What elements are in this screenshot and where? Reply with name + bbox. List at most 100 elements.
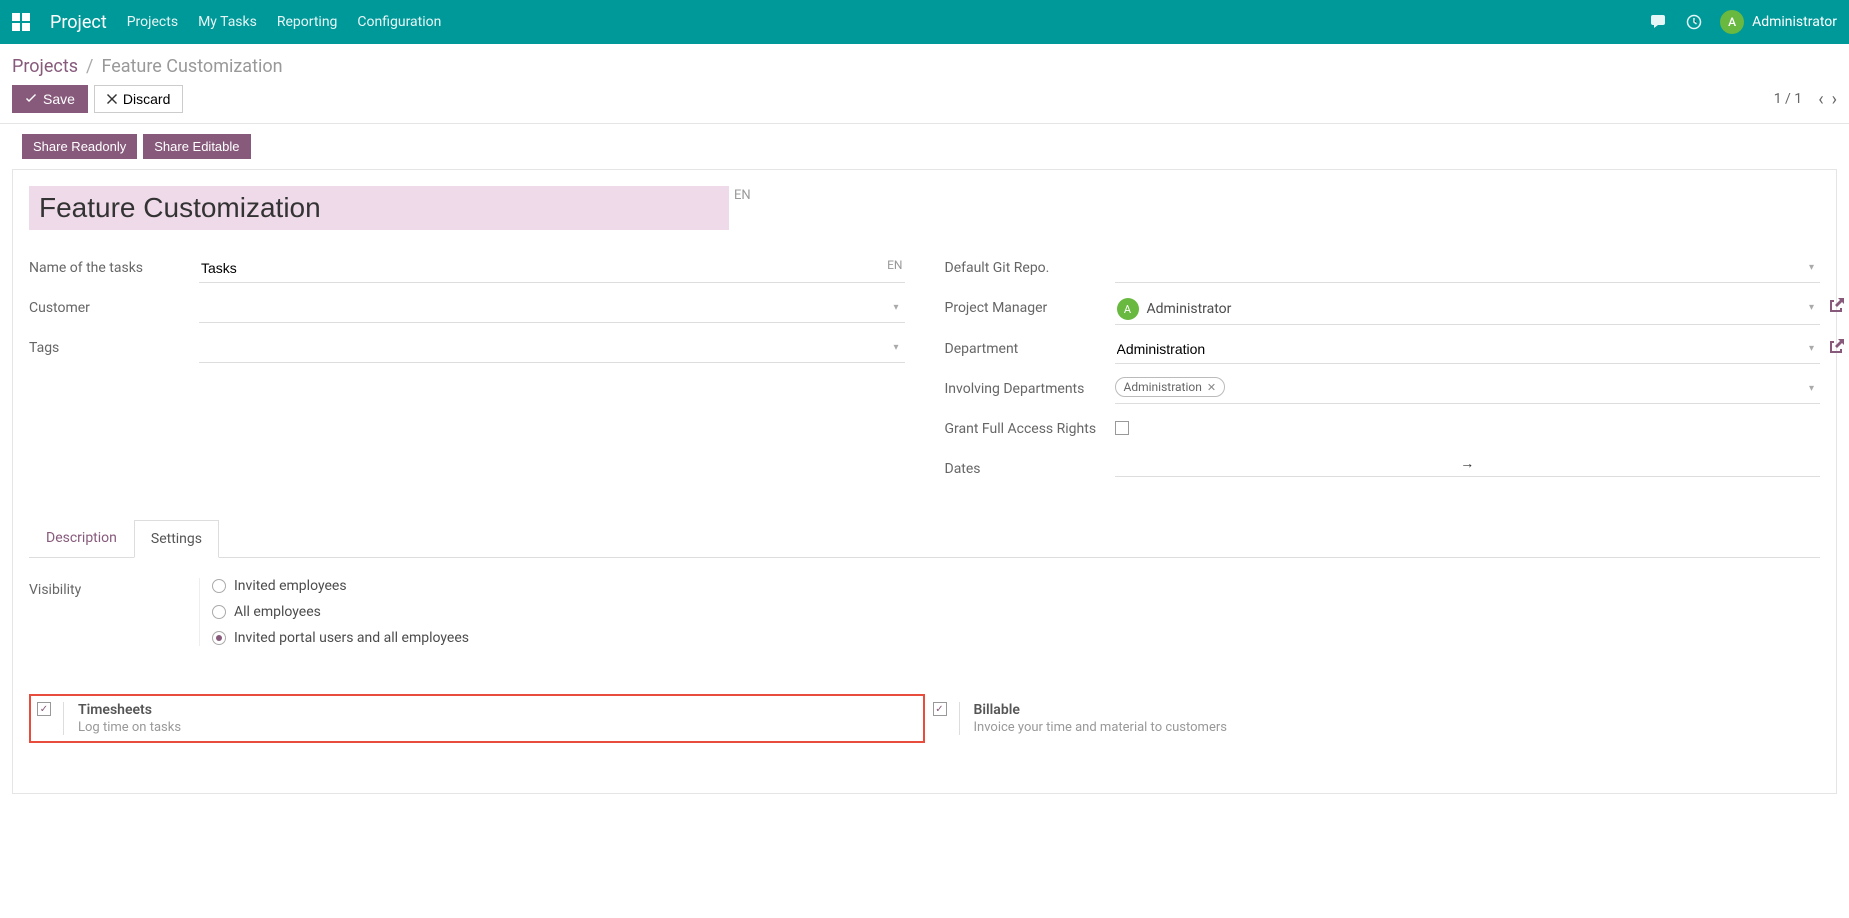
involving-dept-dropdown-icon[interactable]: ▾ [1809, 383, 1814, 394]
radio-circle-invited [212, 579, 226, 593]
breadcrumb-current: Feature Customization [101, 56, 282, 77]
input-default-git[interactable] [1115, 254, 1821, 283]
label-dates: Dates [945, 455, 1115, 477]
nav-projects[interactable]: Projects [127, 14, 178, 30]
radio-all-employees[interactable]: All employees [212, 604, 469, 620]
title-lang-badge[interactable]: EN [734, 188, 751, 203]
form-columns: Name of the tasks EN Customer ▾ Tags ▾ [29, 254, 1820, 495]
radio-circle-all [212, 605, 226, 619]
radio-circle-portal [212, 631, 226, 645]
feature-timesheets: Timesheets Log time on tasks [29, 694, 925, 743]
nav-reporting[interactable]: Reporting [277, 14, 338, 30]
label-involving-departments: Involving Departments [945, 375, 1115, 397]
breadcrumb-sep: / [86, 56, 93, 77]
department-external-link-icon[interactable] [1830, 339, 1844, 353]
pager-prev[interactable]: ‹ [1818, 89, 1823, 110]
nav-my-tasks[interactable]: My Tasks [198, 14, 257, 30]
tab-settings[interactable]: Settings [134, 520, 219, 558]
user-menu[interactable]: A Administrator [1720, 10, 1837, 34]
pager-buttons: ‹ › [1818, 89, 1837, 110]
feature-left: Timesheets Log time on tasks [29, 694, 925, 743]
timesheets-desc: Log time on tasks [78, 720, 181, 735]
field-tags: Tags ▾ [29, 334, 905, 364]
field-project-manager: Project Manager A Administrator ▾ [945, 294, 1821, 325]
topbar-left: Project Projects My Tasks Reporting Conf… [12, 12, 441, 33]
label-tags: Tags [29, 334, 199, 356]
visibility-row: Visibility Invited employees All employe… [29, 578, 1820, 646]
label-customer: Customer [29, 294, 199, 316]
label-department: Department [945, 335, 1115, 357]
input-department[interactable] [1115, 335, 1821, 364]
department-dropdown-icon[interactable]: ▾ [1809, 343, 1814, 354]
discard-button[interactable]: Discard [94, 85, 183, 113]
radio-invited-employees[interactable]: Invited employees [212, 578, 469, 594]
topbar: Project Projects My Tasks Reporting Conf… [0, 0, 1849, 44]
project-manager-dropdown-icon[interactable]: ▾ [1809, 302, 1814, 313]
form-sheet: EN Name of the tasks EN Customer ▾ Tags [12, 169, 1837, 794]
involving-dept-tag[interactable]: Administration [1115, 377, 1226, 397]
feature-right: Billable Invoice your time and material … [925, 694, 1235, 743]
timesheets-text: Timesheets Log time on tasks [63, 702, 181, 735]
tab-description[interactable]: Description [29, 519, 134, 557]
project-manager-external-link-icon[interactable] [1830, 298, 1844, 312]
tags-dropdown-icon[interactable]: ▾ [893, 342, 898, 353]
project-manager-value[interactable]: A Administrator [1115, 294, 1821, 325]
label-grant-full-access: Grant Full Access Rights [945, 415, 1115, 437]
field-default-git: Default Git Repo. ▾ [945, 254, 1821, 284]
input-tags[interactable] [199, 334, 905, 363]
radio-label-portal: Invited portal users and all employees [234, 630, 469, 646]
input-customer[interactable] [199, 294, 905, 323]
project-manager-name: Administrator [1147, 301, 1232, 317]
share-readonly-button[interactable]: Share Readonly [22, 134, 137, 159]
project-manager-avatar: A [1117, 298, 1139, 320]
settings-body: Visibility Invited employees All employe… [29, 558, 1820, 763]
action-bar: Save Discard 1 / 1 ‹ › [0, 85, 1849, 124]
involving-dept-tag-remove-icon[interactable] [1207, 381, 1216, 394]
clock-icon[interactable] [1686, 14, 1702, 30]
label-default-git: Default Git Repo. [945, 254, 1115, 276]
radio-portal-all[interactable]: Invited portal users and all employees [212, 630, 469, 646]
billable-desc: Invoice your time and material to custom… [974, 720, 1227, 735]
label-project-manager: Project Manager [945, 294, 1115, 316]
involving-dept-tag-label: Administration [1124, 380, 1202, 394]
tabs: Description Settings [29, 519, 1820, 558]
title-container: EN [29, 186, 1820, 230]
avatar: A [1720, 10, 1744, 34]
radio-label-all: All employees [234, 604, 321, 620]
customer-dropdown-icon[interactable]: ▾ [893, 302, 898, 313]
topbar-right: A Administrator [1650, 10, 1837, 34]
input-date-start[interactable] [1115, 456, 1449, 471]
arrow-right-icon: → [1460, 455, 1474, 472]
billable-text: Billable Invoice your time and material … [959, 702, 1227, 735]
billable-title: Billable [974, 702, 1227, 718]
pager-text: 1 / 1 [1774, 91, 1802, 107]
form-col-right: Default Git Repo. ▾ Project Manager A Ad… [945, 254, 1821, 495]
share-row: Share Readonly Share Editable [0, 124, 1849, 169]
action-right: 1 / 1 ‹ › [1774, 89, 1837, 110]
title-input[interactable] [29, 186, 729, 230]
feature-billable: Billable Invoice your time and material … [925, 694, 1235, 743]
field-dates: Dates → [945, 455, 1821, 485]
radio-label-invited: Invited employees [234, 578, 347, 594]
input-name-of-tasks[interactable] [199, 254, 905, 283]
field-customer: Customer ▾ [29, 294, 905, 324]
nav-configuration[interactable]: Configuration [357, 14, 441, 30]
checkbox-timesheets[interactable] [37, 702, 51, 716]
save-button[interactable]: Save [12, 85, 88, 113]
form-col-left: Name of the tasks EN Customer ▾ Tags ▾ [29, 254, 905, 495]
feature-row: Timesheets Log time on tasks Billable In… [29, 694, 1820, 743]
breadcrumb: Projects / Feature Customization [0, 44, 1849, 85]
pager-next[interactable]: › [1832, 89, 1837, 110]
label-visibility: Visibility [29, 578, 199, 598]
chat-icon[interactable] [1650, 14, 1668, 30]
checkbox-grant-full-access[interactable] [1115, 421, 1129, 435]
apps-icon[interactable] [12, 13, 30, 31]
breadcrumb-root[interactable]: Projects [12, 56, 78, 77]
name-of-tasks-lang[interactable]: EN [887, 258, 902, 272]
share-editable-button[interactable]: Share Editable [143, 134, 250, 159]
default-git-dropdown-icon[interactable]: ▾ [1809, 262, 1814, 273]
input-date-end[interactable] [1486, 456, 1820, 471]
checkbox-billable[interactable] [933, 702, 947, 716]
field-grant-full-access: Grant Full Access Rights [945, 415, 1821, 445]
field-department: Department ▾ [945, 335, 1821, 365]
